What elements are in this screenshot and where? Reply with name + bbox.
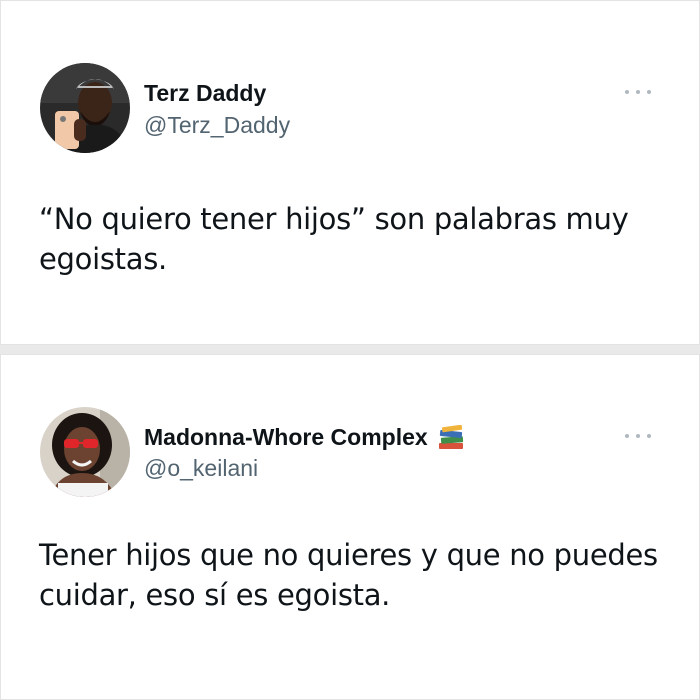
tweet-text: “No quiero tener hijos” son palabras muy… bbox=[39, 202, 629, 276]
display-name-row: Madonna-Whore Complex bbox=[144, 424, 466, 451]
profile-photo-icon bbox=[40, 407, 130, 497]
tweet-text: Tener hijos que no quieres y que no pued… bbox=[39, 538, 658, 612]
tweet-card[interactable]: Terz Daddy @Terz_Daddy “No quiero tener … bbox=[0, 0, 700, 345]
avatar[interactable] bbox=[40, 407, 130, 497]
display-name[interactable]: Madonna-Whore Complex bbox=[144, 424, 428, 451]
display-name[interactable]: Terz Daddy bbox=[144, 80, 266, 107]
more-options-icon[interactable] bbox=[625, 431, 651, 441]
profile-photo-icon bbox=[40, 63, 130, 153]
tweet-card[interactable]: Madonna-Whore Complex @o_keilani Tener h… bbox=[0, 354, 700, 700]
avatar[interactable] bbox=[40, 63, 130, 153]
user-handle[interactable]: @Terz_Daddy bbox=[144, 112, 290, 139]
more-options-icon[interactable] bbox=[625, 87, 651, 97]
user-handle[interactable]: @o_keilani bbox=[144, 455, 258, 482]
books-emoji-icon bbox=[436, 424, 466, 451]
